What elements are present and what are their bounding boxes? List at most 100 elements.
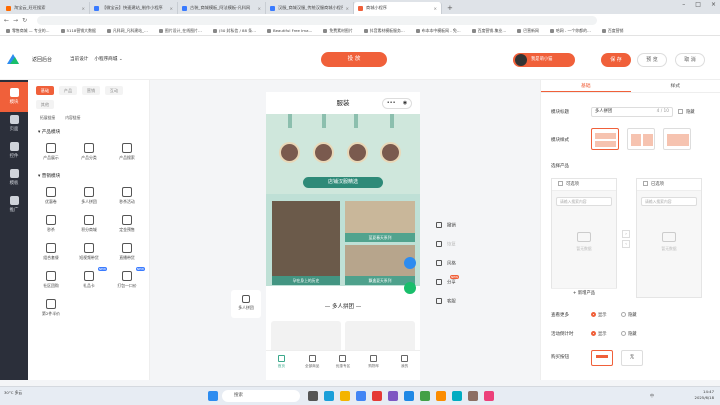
component-item[interactable]: 短视频带货 [70,239,108,265]
maximize-icon[interactable]: □ [695,1,701,8]
app-icon[interactable] [436,391,446,401]
component-item[interactable]: 社区团购 [32,267,70,293]
component-item[interactable]: 秒杀活动 [108,183,146,209]
current-design-select[interactable]: 小程序商城 [94,57,117,62]
rail-item-4[interactable]: 推广 [0,190,28,220]
app-icon[interactable] [404,391,414,401]
buy-button-style-1[interactable] [591,350,613,366]
phone-tab-item[interactable]: 优惠专区 [328,351,359,380]
bookmark-item[interactable]: 百度营销 [601,28,623,34]
component-item[interactable]: 定金预售 [108,211,146,237]
cancel-button[interactable]: 取 消 [675,53,705,67]
selected-module-chip[interactable]: 多人拼团 [231,290,261,318]
back-arrow-icon[interactable]: ← [4,17,9,24]
edge-icon[interactable] [324,391,334,401]
file-explorer-icon[interactable] [340,391,350,401]
bookmark-item[interactable]: 抖音素材模板服务… [363,28,405,34]
canvas-tool[interactable]: 分享 NEW [436,275,476,286]
preview-button[interactable]: 预 览 [637,53,667,67]
system-clock[interactable]: 14:47 2025/6/18 [695,389,714,401]
view-more-show-radio[interactable]: 显示 [591,312,607,318]
bookmark-item[interactable]: 凡科网_凡科建站_… [106,28,148,34]
phone-tab-item[interactable]: 首页 [266,351,297,380]
task-view-icon[interactable] [308,391,318,401]
panel-subtab[interactable]: 内容链接 [65,115,80,121]
component-item[interactable]: 组合套餐 [32,239,70,265]
phone-call-icon[interactable] [404,257,416,269]
bookmark-item[interactable]: 5118营销大数据 [60,28,96,34]
browser-tab[interactable]: 【微宝云】快速建站_制作小程序 × [90,2,178,14]
component-item[interactable]: 产品搜索 [108,139,146,165]
app-icon[interactable] [484,391,494,401]
component-item[interactable]: 礼品卡 NEW [70,267,108,293]
available-search-input[interactable]: 请输入搜索内容 [556,197,612,206]
url-input[interactable] [37,15,598,25]
countdown-hide-radio[interactable]: 隐藏 [621,331,637,337]
app-icon[interactable] [468,391,478,401]
buy-button-none[interactable]: 无 [621,350,643,366]
selected-search-input[interactable]: 请输入搜索内容 [641,197,697,206]
component-item[interactable]: 第2件半价 [32,295,70,321]
move-right-icon[interactable]: › [622,230,630,238]
bookmark-item[interactable]: 零售商城 — 专业的… [6,28,50,34]
checkbox-icon[interactable] [643,181,648,186]
phone-tab-item[interactable]: 我的 [389,351,420,380]
bookmark-item[interactable]: 巴营新网 [517,28,539,34]
rail-item-1[interactable]: 页面 [0,109,28,139]
component-item[interactable]: 产品分类 [70,139,108,165]
chevron-down-icon[interactable]: ⌄ [119,57,123,62]
ime-indicator[interactable]: 中 [650,393,654,399]
view-more-hide-radio[interactable]: 隐藏 [621,312,637,318]
rail-item-3[interactable]: 模板 [0,163,28,193]
canvas-tool[interactable]: 客服 [436,298,476,305]
save-button[interactable]: 保 存 [601,53,631,67]
close-icon[interactable]: × [345,6,349,11]
more-dots-icon[interactable]: ••• [387,99,396,108]
rail-item-0[interactable]: 模块 [0,82,28,112]
tab-style[interactable]: 样式 [631,80,720,92]
panel-tab[interactable]: 其他 [36,100,54,109]
new-tab-button[interactable]: + [442,2,458,14]
style-option-2[interactable] [627,128,655,150]
component-item[interactable]: 优惠卷 [32,183,70,209]
tab-basic[interactable]: 基础 [541,80,631,92]
wechat-icon[interactable] [404,282,416,294]
hide-title-checkbox[interactable]: 隐藏 [678,109,695,115]
close-icon[interactable]: × [433,6,437,11]
canvas-tool[interactable]: 风格 [436,260,476,267]
component-item[interactable]: 多人拼团 [70,183,108,209]
rail-item-2[interactable]: 控件 [0,136,28,166]
close-icon[interactable]: × [81,6,85,11]
back-to-admin-link[interactable]: 返回后台 [32,56,52,63]
component-item[interactable]: 积分商城 [70,211,108,237]
windows-start-icon[interactable] [208,391,218,401]
checkbox-icon[interactable] [558,181,563,186]
refresh-icon[interactable]: ↻ [22,17,27,24]
browser-tab[interactable]: 古装_商城模板_阿法模板-凡科网 × [178,2,266,14]
gallery-image[interactable]: 孕在身上的历史 [272,201,340,285]
panel-tab[interactable]: 产品 [59,86,77,95]
add-product-button[interactable]: + 新增产品 [551,288,617,298]
app-icon[interactable] [452,391,462,401]
phone-tab-item[interactable]: 全部商品 [297,351,328,380]
close-icon[interactable]: × [169,6,173,11]
canvas-tool[interactable]: 撤销 [436,222,476,229]
bookmark-item[interactable]: (50 封私信 / 88 条… [212,28,256,34]
panel-tab[interactable]: 互动 [105,86,123,95]
bookmark-item[interactable]: 百度营销-集业… [471,28,506,34]
browser-tab[interactable]: 淘宝云_旺旺搜索 × [2,2,90,14]
countdown-show-radio[interactable]: 显示 [591,331,607,337]
bookmark-item[interactable]: Beautiful Free Ima… [266,28,312,33]
component-item[interactable]: 产品展示 [32,139,70,165]
weather-widget[interactable]: 30°C 多云 [4,390,22,396]
panel-tab[interactable]: 营销 [82,86,100,95]
app-icon[interactable] [420,391,430,401]
component-item[interactable]: 打包一口价 NEW [108,267,146,293]
user-badge[interactable]: 我是萌小猫 [513,53,575,67]
bookmark-item[interactable]: 图片设计_在线图片… [158,28,202,34]
browser-tab[interactable]: 汉服_商城汉服_传统汉服商城小程序 × [266,2,354,14]
browser-tab[interactable]: 商城小程序 × [354,2,442,14]
app-icon[interactable] [372,391,382,401]
bookmark-item[interactable]: 布本本中模板网 - 免… [415,28,461,34]
forward-arrow-icon[interactable]: → [13,17,18,24]
